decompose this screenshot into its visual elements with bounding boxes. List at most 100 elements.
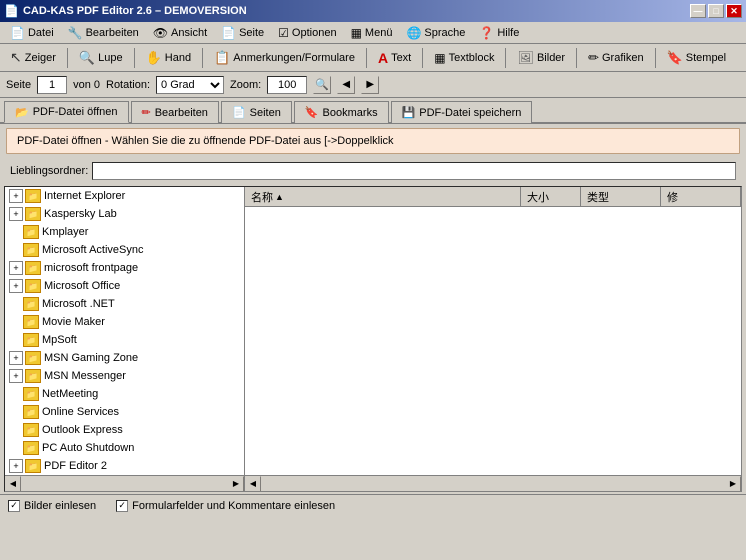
menu-menue[interactable]: ▦ Menü [345, 24, 399, 42]
bilder-checkbox[interactable]: ✓ [8, 500, 20, 512]
list-item[interactable]: + 📁 MSN Gaming Zone [5, 349, 244, 367]
tree-hscrollbar[interactable]: ◀ ▶ [5, 475, 244, 491]
formular-checkbox-item[interactable]: ✓ Formularfelder und Kommentare einlesen [116, 500, 335, 512]
folder-icon: 📁 [23, 297, 39, 311]
file-scroll-right-btn[interactable]: ▶ [725, 476, 741, 492]
zeiger-button[interactable]: ↖ Zeiger [4, 47, 62, 69]
list-item[interactable]: 📁 Outlook Express [5, 421, 244, 439]
col-name[interactable]: 名称 ▲ [245, 187, 521, 206]
folder-icon: 📁 [23, 315, 39, 329]
list-item[interactable]: 📁 Kmplayer [5, 223, 244, 241]
expand-icon[interactable]: + [9, 279, 23, 293]
list-item[interactable]: 📁 PC Auto Shutdown [5, 439, 244, 457]
list-item[interactable]: 📁 Microsoft .NET [5, 295, 244, 313]
page-input[interactable] [37, 76, 67, 94]
menu-seite[interactable]: 📄 Seite [215, 24, 270, 42]
file-hscrollbar[interactable]: ◀ ▶ [245, 475, 741, 491]
menu-optionen[interactable]: ☑ Optionen [272, 24, 342, 42]
expand-icon[interactable]: + [9, 459, 23, 473]
anmerkungen-icon: 📋 [214, 50, 230, 66]
list-item[interactable]: 📁 NetMeeting [5, 385, 244, 403]
col-type[interactable]: 类型 [581, 187, 661, 206]
folder-icon: 📁 [25, 279, 41, 293]
favorites-input[interactable] [92, 162, 736, 180]
separator-8 [655, 48, 656, 68]
menue-icon: ▦ [351, 26, 362, 40]
list-item[interactable]: + 📁 Internet Explorer [5, 187, 244, 205]
file-list [245, 207, 741, 475]
list-item[interactable]: + 📁 MSN Messenger [5, 367, 244, 385]
minimize-button[interactable]: — [690, 4, 706, 18]
folder-icon: 📁 [25, 189, 41, 203]
tab-edit-icon: ✏ [142, 106, 151, 119]
tab-bookmarks[interactable]: 🔖 Bookmarks [294, 101, 389, 123]
list-item[interactable]: + 📁 Kaspersky Lab [5, 205, 244, 223]
col-date[interactable]: 修 [661, 187, 741, 206]
menu-bearbeiten[interactable]: 🔧 Bearbeiten [62, 24, 145, 42]
file-scroll-left-btn[interactable]: ◀ [245, 476, 261, 492]
von-label: von 0 [73, 79, 100, 91]
expand-icon[interactable]: + [9, 261, 23, 275]
menu-ansicht[interactable]: 👁 Ansicht [147, 24, 213, 42]
folder-icon: 📁 [23, 387, 39, 401]
title-icon: 📄 [4, 4, 19, 18]
list-item[interactable]: + 📁 microsoft frontpage [5, 259, 244, 277]
hand-icon: ✋ [146, 50, 162, 66]
menu-datei[interactable]: 📄 Datei [4, 24, 60, 42]
tab-open[interactable]: 📂 PDF-Datei öffnen [4, 101, 129, 123]
bilder-label: Bilder einlesen [24, 500, 96, 512]
grafiken-button[interactable]: ✏ Grafiken [582, 47, 649, 69]
close-button[interactable]: ✕ [726, 4, 742, 18]
separator-5 [422, 48, 423, 68]
tab-bookmarks-icon: 🔖 [305, 106, 319, 119]
scroll-track [21, 476, 228, 492]
toolbar: ↖ Zeiger 🔍 Lupe ✋ Hand 📋 Anmerkungen/For… [0, 44, 746, 72]
tab-pages[interactable]: 📄 Seiten [221, 101, 292, 123]
zoom-icon-btn[interactable]: 🔍 [313, 76, 331, 94]
hand-button[interactable]: ✋ Hand [140, 47, 197, 69]
rotation-select[interactable]: 0 Grad 90 Grad 180 Grad 270 Grad [156, 76, 224, 94]
status-bar: ✓ Bilder einlesen ✓ Formularfelder und K… [0, 494, 746, 516]
list-item[interactable]: 📁 Microsoft ActiveSync [5, 241, 244, 259]
zoom-input[interactable] [267, 76, 307, 94]
text-button[interactable]: A Text [372, 47, 417, 69]
tab-open-icon: 📂 [15, 106, 29, 119]
list-item[interactable]: + 📁 Microsoft Office [5, 277, 244, 295]
list-item[interactable]: 📁 Online Services [5, 403, 244, 421]
tab-bar: 📂 PDF-Datei öffnen ✏ Bearbeiten 📄 Seiten… [0, 98, 746, 124]
stempel-icon: 🔖 [667, 50, 683, 66]
list-item[interactable]: + 📁 PDF Editor 2 [5, 457, 244, 475]
list-item[interactable]: 📁 Movie Maker [5, 313, 244, 331]
tree-scroll[interactable]: + 📁 Internet Explorer + 📁 Kaspersky Lab … [5, 187, 244, 475]
tab-pages-icon: 📄 [232, 106, 246, 119]
list-item[interactable]: 📁 MpSoft [5, 331, 244, 349]
menu-hilfe[interactable]: ❓ Hilfe [473, 24, 525, 42]
prev-page-btn[interactable]: ◀ [337, 76, 355, 94]
seite-label: Seite [6, 79, 31, 91]
bilder-button[interactable]: 🖼 Bilder [511, 47, 571, 69]
separator-3 [202, 48, 203, 68]
separator-7 [576, 48, 577, 68]
formular-checkbox[interactable]: ✓ [116, 500, 128, 512]
menu-sprache[interactable]: 🌐 Sprache [400, 24, 471, 42]
file-panel: 名称 ▲ 大小 类型 修 ◀ ▶ [245, 187, 741, 491]
expand-icon[interactable]: + [9, 351, 23, 365]
expand-icon[interactable]: + [9, 189, 23, 203]
next-page-btn[interactable]: ▶ [361, 76, 379, 94]
textblock-button[interactable]: ▦ Textblock [428, 47, 500, 69]
expand-icon[interactable]: + [9, 207, 23, 221]
stempel-button[interactable]: 🔖 Stempel [661, 47, 733, 69]
maximize-button[interactable]: □ [708, 4, 724, 18]
tab-edit[interactable]: ✏ Bearbeiten [131, 101, 219, 123]
folder-icon: 📁 [25, 207, 41, 221]
col-size[interactable]: 大小 [521, 187, 581, 206]
scroll-left-btn[interactable]: ◀ [5, 476, 21, 492]
anmerkungen-button[interactable]: 📋 Anmerkungen/Formulare [208, 47, 361, 69]
window-title: CAD-KAS PDF Editor 2.6 – DEMOVERSION [23, 5, 247, 17]
bilder-icon: 🖼 [517, 50, 534, 66]
expand-icon[interactable]: + [9, 369, 23, 383]
tab-save[interactable]: 💾 PDF-Datei speichern [391, 101, 533, 123]
bilder-checkbox-item[interactable]: ✓ Bilder einlesen [8, 500, 96, 512]
lupe-button[interactable]: 🔍 Lupe [73, 47, 129, 69]
folder-icon: 📁 [23, 225, 39, 239]
